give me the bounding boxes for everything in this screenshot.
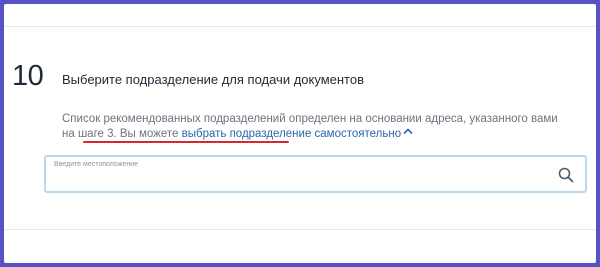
step-title: Выберите подразделение для подачи докуме… <box>62 72 365 87</box>
step-panel: 10 Выберите подразделение для подачи док… <box>4 4 596 263</box>
search-icon[interactable] <box>557 166 575 184</box>
step-description: Список рекомендованных подразделений опр… <box>62 112 568 141</box>
divider-bottom <box>4 229 596 230</box>
location-search-field[interactable]: Введите местоположение <box>44 155 587 193</box>
choose-department-link[interactable]: выбрать подразделение самостоятельно <box>182 128 413 140</box>
divider-top <box>4 26 596 27</box>
location-search-label: Введите местоположение <box>54 161 138 168</box>
step-number: 10 <box>12 60 44 92</box>
choose-department-link-label: выбрать подразделение самостоятельно <box>181 127 402 140</box>
highlight-underline <box>83 141 289 143</box>
chevron-up-icon <box>403 125 413 140</box>
